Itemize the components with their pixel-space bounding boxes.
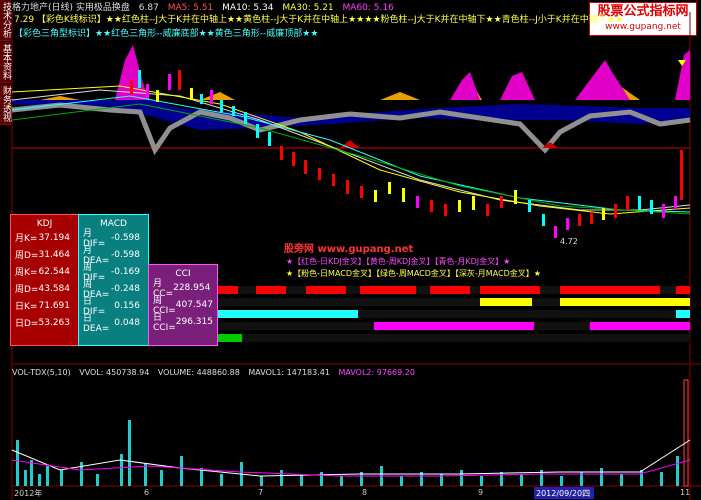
cci-row-value: 228.954: [173, 282, 211, 293]
kdj-row: 周D= 43.584: [15, 280, 78, 297]
macd-row: 日DEA= 0.048: [83, 314, 148, 334]
macd-row-value: -0.169: [110, 266, 140, 277]
oscillator-orange-area: [12, 70, 640, 100]
vvol-readout: VVOL: 450738.94: [79, 368, 150, 377]
kdj-rows: 月K= 37.194 周D= 31.464 周K= 62.544 周D= 43.584 日K= 7…: [11, 229, 78, 331]
kdj-row-label: 周D=: [15, 285, 39, 295]
oscillator-magenta-area: [115, 45, 690, 100]
kdj-panel: KDJ 月K= 37.194 周D= 31.464 周K= 62.544 周D= 43.584…: [10, 214, 79, 346]
signal-legend-kdj: ★【红色-日KDJ金叉】【黄色-周KDJ金叉】【青色-月KDJ金叉】★: [286, 257, 511, 266]
bottom-triangle-marker: [542, 142, 558, 148]
watermark-text: 股旁网 www.gupang.net: [284, 244, 414, 255]
cci-rows: 月CC= 228.954 周CCI= 407.547 日CCI= 296.315: [149, 279, 217, 333]
macd-row-value: 0.156: [114, 300, 140, 311]
macd-panel: MACD 月DIF= -0.598 月DEA= -0.598 周DIF= -0.169 周D…: [78, 214, 149, 346]
kdj-row-label: 周K=: [15, 268, 38, 278]
kdj-row-value: 31.464: [38, 249, 71, 260]
volume-ma-line-1: [11, 439, 691, 477]
xaxis-label: 2012年: [14, 489, 43, 498]
macd-row-value: -0.598: [110, 249, 140, 260]
cci-row-value: 407.547: [175, 299, 213, 310]
macd-row-value: -0.598: [110, 232, 140, 243]
cci-row-label: 日CCI=: [153, 313, 176, 333]
xaxis-cursor-date: 2012/09/20四: [536, 489, 591, 498]
xaxis-label: 6: [144, 488, 150, 497]
xaxis-label: 7: [258, 488, 264, 497]
xaxis-label: 8: [362, 488, 368, 497]
volume-readout: VOLUME: 448860.88: [157, 368, 240, 377]
kdj-row-label: 日D=: [15, 319, 39, 329]
kdj-row: 月K= 37.194: [15, 229, 78, 246]
mavol1-readout: MAVOL1: 147183.41: [248, 368, 330, 377]
kdj-row-value: 62.544: [38, 266, 71, 277]
macd-rows: 月DIF= -0.598 月DEA= -0.598 周DIF= -0.169 周DEA= -0…: [79, 229, 148, 334]
volume-header: VOL-TDX(5,10) VVOL: 450738.94 VOLUME: 44…: [12, 368, 421, 377]
bottom-triangle-marker: [340, 140, 360, 148]
signal-legend-macd: ★【粉色-日MACD金叉】【绿色-周MACD金叉】【深灰-月MACD金叉】★: [286, 269, 541, 278]
xaxis-label: 9: [478, 488, 484, 497]
kdj-row-value: 71.691: [38, 300, 71, 311]
kdj-row-label: 周D=: [15, 251, 39, 261]
kdj-row: 日D= 53.263: [15, 314, 78, 331]
kdj-row-value: 53.263: [38, 317, 71, 328]
cci-row: 日CCI= 296.315: [153, 313, 217, 333]
macd-row-label: 日DEA=: [83, 314, 110, 334]
kdj-row-value: 43.584: [38, 283, 71, 294]
kdj-row: 周K= 62.544: [15, 263, 78, 280]
volume-ma-line-2: [11, 459, 691, 477]
cci-row-value: 296.315: [175, 316, 213, 327]
kdj-title: KDJ: [36, 219, 53, 229]
vol-indicator-name: VOL-TDX(5,10): [12, 368, 71, 377]
xaxis-label: 11: [680, 488, 691, 497]
macd-row-value: -0.248: [110, 283, 140, 294]
signal-strips: [218, 286, 690, 342]
cci-panel: CCI 月CC= 228.954 周CCI= 407.547 日CCI= 296.315: [148, 264, 218, 346]
kdj-row-label: 月K=: [15, 234, 38, 244]
kdj-row: 日K= 71.691: [15, 297, 78, 314]
kdj-row: 周D= 31.464: [15, 246, 78, 263]
low-price-label: 4.72: [560, 237, 578, 246]
mavol2-readout: MAVOL2: 97669.20: [338, 368, 415, 377]
macd-row-value: 0.048: [114, 317, 140, 328]
kdj-row-value: 37.194: [38, 232, 71, 243]
kdj-row-label: 日K=: [15, 302, 38, 312]
volume-spike-bar: [683, 379, 689, 487]
